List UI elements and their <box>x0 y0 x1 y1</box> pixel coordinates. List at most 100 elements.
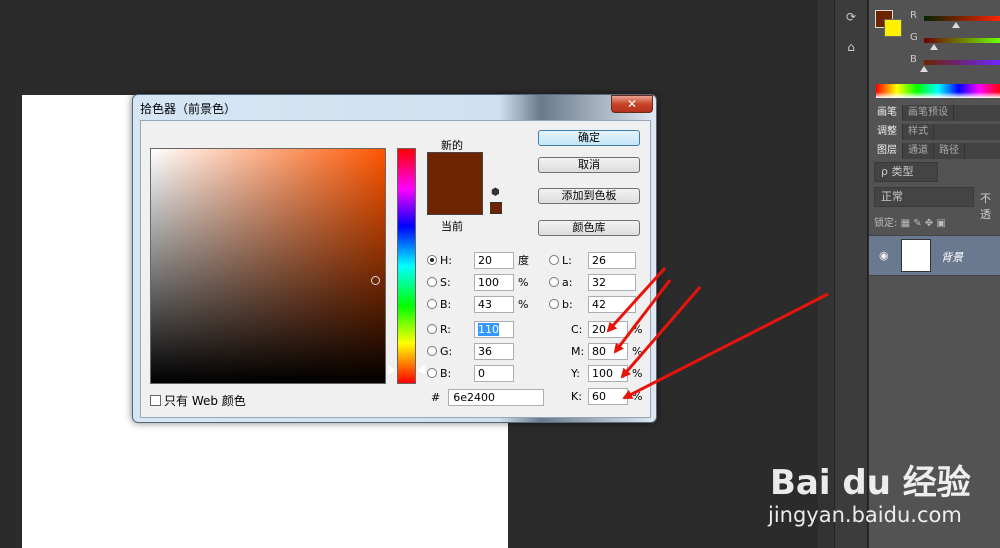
lock-all-icon[interactable]: ▣ <box>936 218 945 229</box>
blue-slider-handle[interactable] <box>920 66 928 72</box>
input-h[interactable]: 20 <box>474 251 514 269</box>
label-y: Y: <box>571 366 580 380</box>
close-button[interactable]: ✕ <box>611 95 653 113</box>
ok-button[interactable]: 确定 <box>538 130 640 146</box>
field-row-blue: B: 0 <box>427 364 514 382</box>
radio-blue[interactable] <box>427 368 437 378</box>
tab-adjustments[interactable]: 调整 <box>872 124 903 140</box>
opacity-label: 不透 <box>980 192 991 221</box>
radio-s[interactable] <box>427 277 437 287</box>
label-c: C: <box>571 322 583 336</box>
color-field-cursor[interactable] <box>371 276 380 285</box>
radio-brightness[interactable] <box>427 299 437 309</box>
lock-move-icon[interactable]: ✥ <box>925 218 933 229</box>
input-y[interactable]: 100 <box>588 364 628 382</box>
unit-y: % <box>632 366 643 380</box>
lock-pixels-icon[interactable]: ▦ <box>901 218 910 229</box>
web-safe-swatch[interactable] <box>490 202 502 214</box>
input-g[interactable]: 36 <box>474 342 514 360</box>
tab-brush[interactable]: 画笔 <box>872 105 903 121</box>
background-color-swatch[interactable] <box>884 19 902 37</box>
field-row-h: H: 20 度 <box>427 251 529 269</box>
brush-panel-tabs: 画笔 画笔预设 <box>872 105 1000 121</box>
layer-kind-filter[interactable]: ρ 类型 <box>874 162 938 182</box>
field-row-a: a: 32 <box>549 273 636 291</box>
input-r-selected-text: 110 <box>478 322 499 336</box>
color-picker-dialog: 拾色器（前景色） ✕ 只有 Web 颜色 新的 当前 ⬢ 确定 取消 添加到色板… <box>132 94 657 423</box>
radio-a[interactable] <box>549 277 559 287</box>
field-row-brightness: B: 43 % <box>427 295 528 313</box>
cancel-button[interactable]: 取消 <box>538 157 640 173</box>
tab-paths[interactable]: 路径 <box>934 143 965 159</box>
label-k: K: <box>571 389 582 403</box>
tab-layers[interactable]: 图层 <box>872 143 903 159</box>
layer-row-background[interactable]: ◉ 背景 <box>869 235 1000 276</box>
history-icon[interactable]: ⟳ <box>841 10 861 26</box>
baidu-watermark-url: jingyan.baidu.com <box>768 503 962 527</box>
dialog-body: 只有 Web 颜色 新的 当前 ⬢ 确定 取消 添加到色板 颜色库 H: 20 … <box>140 120 651 418</box>
input-m[interactable]: 80 <box>588 342 628 360</box>
add-to-swatches-button[interactable]: 添加到色板 <box>538 188 640 204</box>
green-slider-track[interactable] <box>924 38 1000 43</box>
saturation-brightness-field[interactable] <box>150 148 386 384</box>
layer-name: 背景 <box>941 251 963 264</box>
unit-m: % <box>632 344 643 358</box>
green-slider-handle[interactable] <box>930 44 938 50</box>
blend-mode-select[interactable]: 正常 <box>874 187 974 207</box>
input-c[interactable]: 20 <box>588 320 628 338</box>
hex-row: # 6e2400 <box>431 389 545 406</box>
unit-c: % <box>632 322 643 336</box>
radio-h[interactable] <box>427 255 437 265</box>
tab-brush-presets[interactable]: 画笔预设 <box>903 105 954 121</box>
hue-slider-arrow-left[interactable] <box>387 364 395 376</box>
input-brightness[interactable]: 43 <box>474 295 514 313</box>
input-s[interactable]: 100 <box>474 273 514 291</box>
new-color-swatch <box>427 152 483 184</box>
blue-slider[interactable]: B <box>908 54 1000 72</box>
input-a[interactable]: 32 <box>588 273 636 291</box>
adjust-panel-tabs: 调整 样式 <box>872 124 1000 140</box>
red-slider-handle[interactable] <box>952 22 960 28</box>
radio-r[interactable] <box>427 324 437 334</box>
unit-brightness: % <box>518 297 529 311</box>
field-row-y: Y: 100 % <box>571 364 642 382</box>
color-spectrum-bar[interactable] <box>876 84 1000 98</box>
input-r[interactable]: 110 <box>474 320 514 338</box>
green-slider[interactable]: G <box>908 32 1000 50</box>
input-lab-b[interactable]: 42 <box>588 295 636 313</box>
lock-label: 锁定: <box>874 218 898 229</box>
current-color-swatch[interactable] <box>427 184 483 215</box>
layer-thumbnail <box>901 239 931 272</box>
blue-slider-track[interactable] <box>924 60 1000 65</box>
label-l: L: <box>562 253 572 267</box>
red-slider[interactable]: R <box>908 10 1000 28</box>
new-color-label: 新的 <box>441 139 463 152</box>
field-row-m: M: 80 % <box>571 342 642 360</box>
lock-brush-icon[interactable]: ✎ <box>913 218 921 229</box>
web-only-checkbox[interactable] <box>150 395 161 406</box>
unit-h: 度 <box>518 254 529 267</box>
properties-icon[interactable]: ⌂ <box>841 40 861 56</box>
tab-channels[interactable]: 通道 <box>903 143 934 159</box>
label-lab-b: b: <box>562 297 573 311</box>
web-only-option[interactable]: 只有 Web 颜色 <box>150 392 246 409</box>
radio-l[interactable] <box>549 255 559 265</box>
hue-slider-arrow-right[interactable] <box>418 365 425 375</box>
radio-lab-b[interactable] <box>549 299 559 309</box>
input-blue[interactable]: 0 <box>474 364 514 382</box>
color-libraries-button[interactable]: 颜色库 <box>538 220 640 236</box>
visibility-eye-icon[interactable]: ◉ <box>879 249 889 262</box>
hue-slider[interactable] <box>397 148 416 384</box>
field-row-r: R: 110 <box>427 320 514 338</box>
hex-input[interactable]: 6e2400 <box>448 389 545 406</box>
out-of-gamut-cube-icon[interactable]: ⬢ <box>491 187 503 199</box>
field-row-c: C: 20 % <box>571 320 642 338</box>
input-l[interactable]: 26 <box>588 251 636 269</box>
radio-g[interactable] <box>427 346 437 356</box>
tab-styles[interactable]: 样式 <box>903 124 934 140</box>
label-blue: B: <box>440 366 452 380</box>
input-k[interactable]: 60 <box>588 387 628 405</box>
red-slider-track[interactable] <box>924 16 1000 21</box>
label-m: M: <box>571 344 585 358</box>
web-only-label: 只有 Web 颜色 <box>164 394 246 408</box>
